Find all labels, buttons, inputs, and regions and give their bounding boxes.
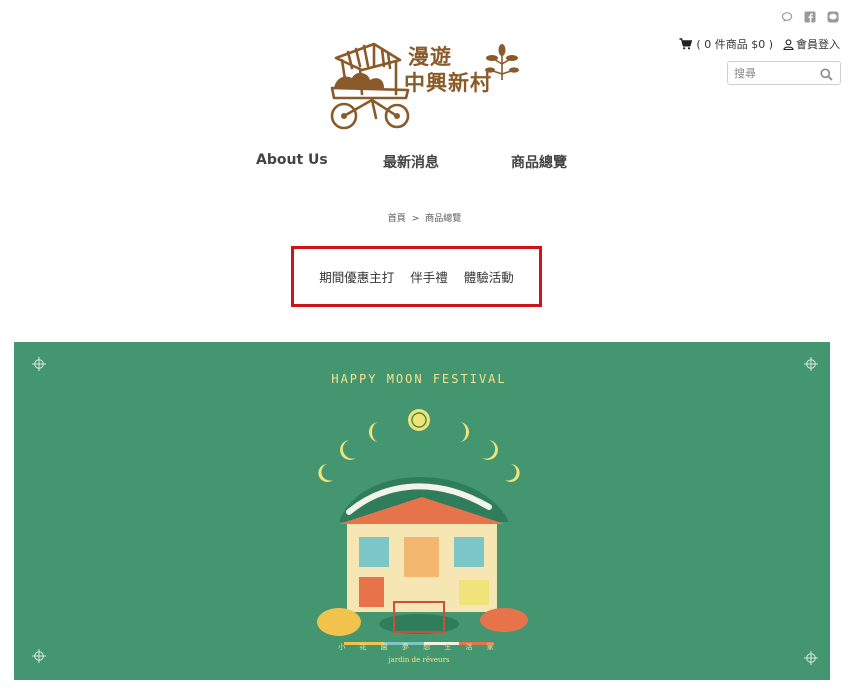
search-box	[727, 61, 841, 85]
banner-subtitle: 小 花 園 夢 想 生 活 家	[338, 643, 500, 651]
nav-item-products[interactable]: 商品總覽	[511, 152, 567, 172]
social-links	[781, 11, 839, 23]
search-icon[interactable]	[820, 66, 833, 81]
facebook-icon[interactable]	[804, 11, 816, 23]
category-experience[interactable]: 體驗活動	[464, 267, 514, 286]
breadcrumb: 首頁 > 商品總覽	[0, 211, 849, 224]
nav-item-news[interactable]: 最新消息	[383, 152, 439, 172]
logo-line-2: 中興新村	[404, 70, 492, 95]
login-label: 會員登入	[796, 38, 840, 51]
leaf-decoration-icon	[485, 44, 519, 80]
logo-wordmark: 漫遊 中興新村	[404, 44, 492, 96]
banner-title: HAPPY MOON FESTIVAL	[331, 372, 507, 386]
chat-icon[interactable]	[781, 11, 793, 23]
cart-icon	[679, 38, 693, 50]
promo-banner[interactable]: HAPPY MOON FESTIVAL 小 花 園 夢 想 生 活 家 jard…	[14, 342, 830, 680]
main-nav: About Us 最新消息 商品總覽	[0, 152, 849, 172]
breadcrumb-home[interactable]: 首頁	[388, 214, 406, 224]
account-bar: ( 0 件商品 $0 ) 會員登入	[679, 36, 840, 52]
tricycle-logo-icon	[330, 42, 410, 130]
login-link[interactable]: 會員登入	[783, 36, 840, 52]
user-icon	[783, 38, 794, 50]
category-promotion[interactable]: 期間優惠主打	[319, 267, 394, 286]
breadcrumb-current: 商品總覽	[425, 214, 462, 224]
moon-phases-illustration	[317, 409, 528, 645]
cart-summary: ( 0 件商品 $0 )	[696, 38, 773, 51]
category-souvenir[interactable]: 伴手禮	[410, 267, 448, 286]
cart-link[interactable]: ( 0 件商品 $0 )	[679, 36, 773, 52]
crosshair-icon	[32, 357, 46, 371]
logo-line-1: 漫遊	[408, 44, 452, 69]
site-logo[interactable]: 漫遊 中興新村	[322, 38, 522, 134]
crosshair-icon	[804, 357, 818, 371]
breadcrumb-separator: >	[411, 214, 420, 224]
crosshair-icon	[32, 649, 46, 663]
banner-subtitle-french: jardin de rêveurs	[388, 656, 450, 664]
banner-illustration: HAPPY MOON FESTIVAL 小 花 園 夢 想 生 活 家 jard…	[299, 372, 539, 672]
line-icon[interactable]	[827, 11, 839, 23]
category-tabs: 期間優惠主打 伴手禮 體驗活動	[291, 246, 542, 307]
nav-item-about-us[interactable]: About Us	[256, 152, 328, 168]
search-input[interactable]	[728, 62, 814, 85]
crosshair-icon	[804, 651, 818, 665]
